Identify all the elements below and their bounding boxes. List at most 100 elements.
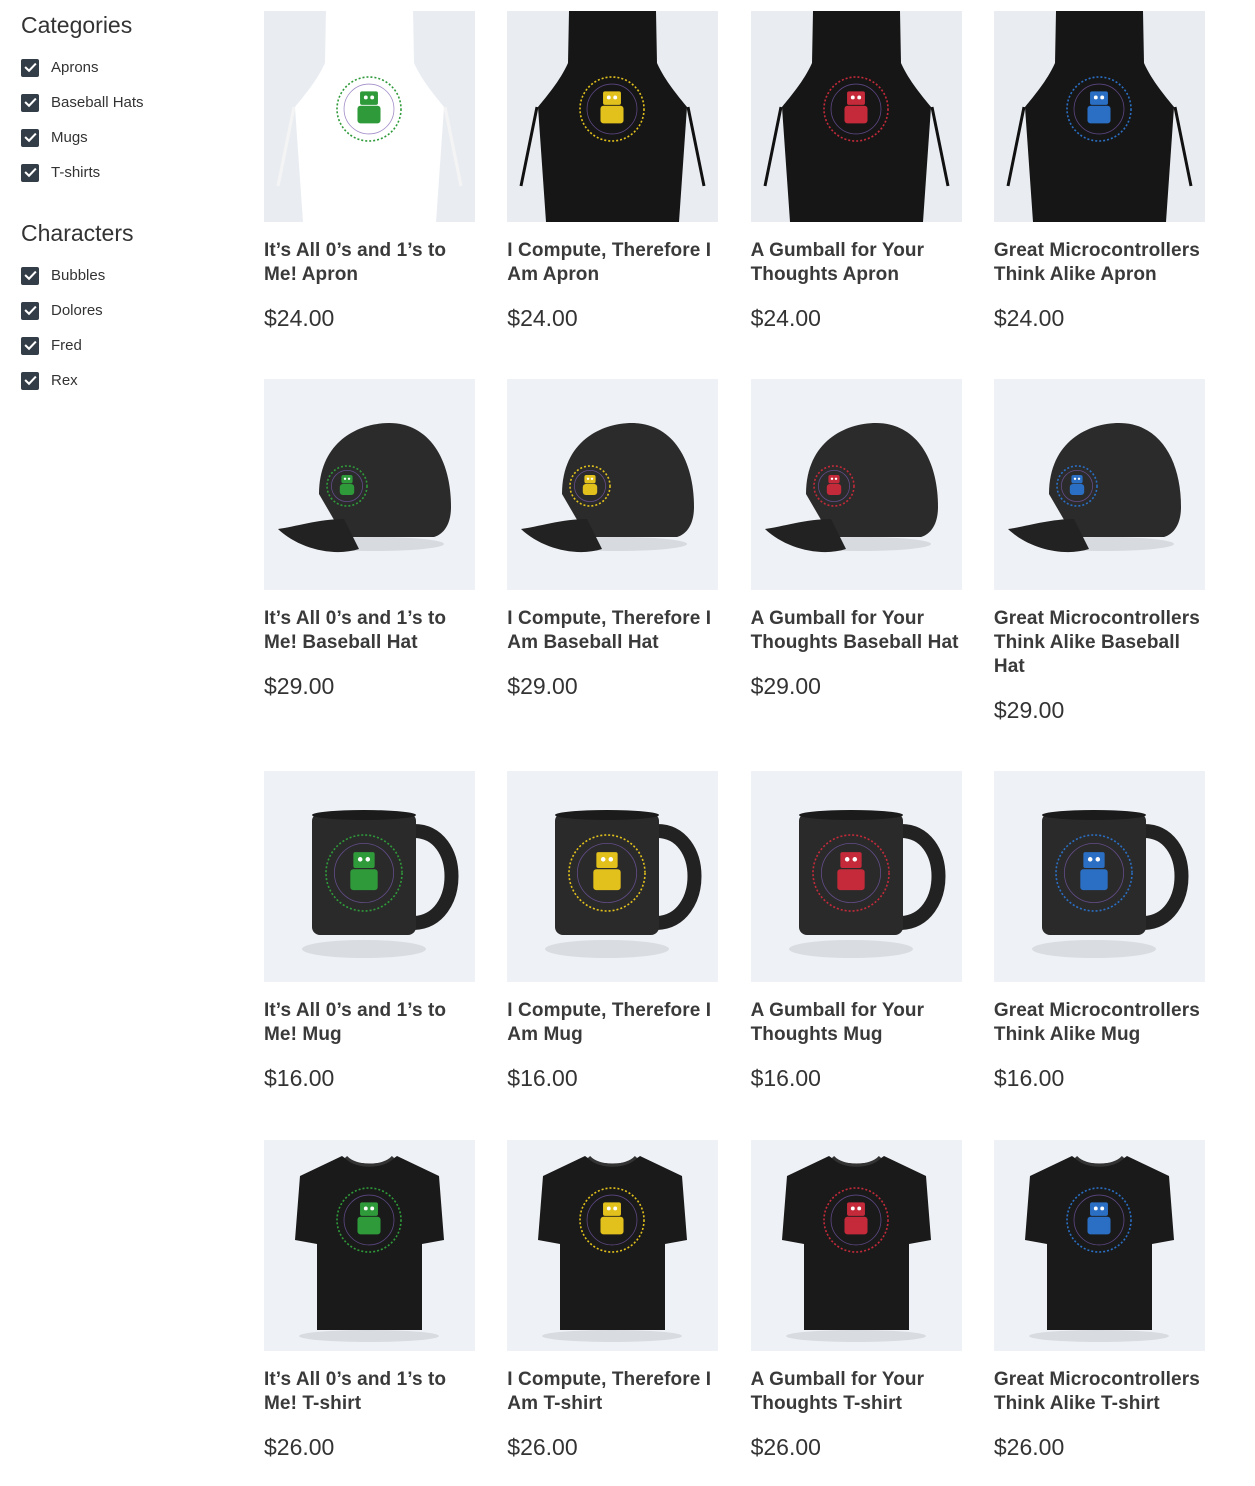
mug-icon (507, 771, 719, 982)
product-price: $16.00 (507, 1065, 578, 1091)
filter-label: T-shirts (51, 164, 101, 181)
apron-icon (264, 11, 475, 222)
filter-label: Rex (51, 372, 78, 389)
checkbox-checked-icon[interactable] (21, 371, 39, 390)
categories-list: Aprons Baseball Hats Mugs T-shirts (21, 50, 231, 190)
checkbox-checked-icon[interactable] (21, 336, 39, 355)
product-price: $26.00 (993, 1434, 1065, 1460)
product-name[interactable]: Great Microcontrollers Think Alike T-shi… (994, 1368, 1205, 1416)
product-image[interactable] (993, 379, 1205, 590)
product-card[interactable]: I Compute, Therefore I Am T-shirt $26.00 (507, 1140, 719, 1480)
product-price: $26.00 (507, 1434, 578, 1460)
product-name[interactable]: It’s All 0’s and 1’s to Me! Mug (264, 999, 475, 1047)
product-image[interactable] (264, 1140, 475, 1351)
filter-label: Dolores (51, 302, 103, 319)
product-price: $29.00 (750, 673, 821, 699)
product-card[interactable]: A Gumball for Your Thoughts Mug $16.00 (750, 771, 962, 1140)
characters-heading: Characters (21, 220, 134, 246)
checkbox-checked-icon[interactable] (21, 128, 39, 147)
mug-icon (264, 771, 475, 982)
product-grid: It’s All 0’s and 1’s to Me! Apron $24.00… (264, 11, 1205, 1480)
product-name[interactable]: Great Microcontrollers Think Alike Apron (994, 239, 1205, 287)
product-name[interactable]: A Gumball for Your Thoughts Baseball Hat (751, 607, 962, 655)
hat-icon (993, 379, 1205, 590)
apron-icon (507, 11, 719, 222)
product-name[interactable]: Great Microcontrollers Think Alike Mug (994, 999, 1205, 1047)
product-image[interactable] (264, 379, 475, 590)
product-name[interactable]: A Gumball for Your Thoughts Apron (751, 239, 962, 287)
product-name[interactable]: It’s All 0’s and 1’s to Me! Baseball Hat (264, 607, 475, 655)
checkbox-checked-icon[interactable] (21, 163, 39, 182)
product-image[interactable] (264, 771, 475, 982)
product-card[interactable]: Great Microcontrollers Think Alike Baseb… (993, 379, 1205, 771)
product-image[interactable] (993, 11, 1205, 222)
product-image[interactable] (993, 771, 1205, 982)
product-name[interactable]: I Compute, Therefore I Am Apron (507, 239, 718, 287)
filter-label: Baseball Hats (51, 94, 144, 111)
product-price: $24.00 (507, 305, 578, 331)
product-image[interactable] (507, 771, 719, 982)
product-name[interactable]: I Compute, Therefore I Am Baseball Hat (507, 607, 718, 655)
product-card[interactable]: I Compute, Therefore I Am Apron $24.00 (507, 11, 719, 379)
tshirt-icon (264, 1140, 475, 1351)
product-card[interactable]: I Compute, Therefore I Am Baseball Hat $… (507, 379, 719, 771)
product-card[interactable]: It’s All 0’s and 1’s to Me! Baseball Hat… (264, 379, 475, 771)
filter-fred[interactable]: Fred (21, 328, 231, 363)
checkbox-checked-icon[interactable] (21, 266, 39, 285)
filter-bubbles[interactable]: Bubbles (21, 258, 231, 293)
product-card[interactable]: Great Microcontrollers Think Alike Apron… (993, 11, 1205, 379)
product-card[interactable]: Great Microcontrollers Think Alike Mug $… (993, 771, 1205, 1140)
product-name[interactable]: A Gumball for Your Thoughts T-shirt (751, 1368, 962, 1416)
product-card[interactable]: It’s All 0’s and 1’s to Me! Mug $16.00 (264, 771, 475, 1140)
tshirt-icon (993, 1140, 1205, 1351)
product-card[interactable]: It’s All 0’s and 1’s to Me! T-shirt $26.… (264, 1140, 475, 1480)
product-image[interactable] (750, 771, 962, 982)
product-card[interactable]: I Compute, Therefore I Am Mug $16.00 (507, 771, 719, 1140)
product-name[interactable]: I Compute, Therefore I Am T-shirt (507, 1368, 718, 1416)
product-image[interactable] (750, 379, 962, 590)
checkbox-checked-icon[interactable] (21, 58, 39, 77)
product-name[interactable]: I Compute, Therefore I Am Mug (507, 999, 718, 1047)
filter-baseball-hats[interactable]: Baseball Hats (21, 85, 231, 120)
mug-icon (750, 771, 962, 982)
product-card[interactable]: Great Microcontrollers Think Alike T-shi… (993, 1140, 1205, 1480)
filter-label: Bubbles (51, 267, 106, 284)
product-image[interactable] (993, 1140, 1205, 1351)
product-name[interactable]: Great Microcontrollers Think Alike Baseb… (994, 607, 1205, 679)
filter-label: Fred (51, 337, 82, 354)
filter-mugs[interactable]: Mugs (21, 120, 231, 155)
product-price: $29.00 (507, 673, 578, 699)
product-image[interactable] (264, 11, 475, 222)
filter-aprons[interactable]: Aprons (21, 50, 231, 85)
apron-icon (750, 11, 962, 222)
filter-rex[interactable]: Rex (21, 363, 231, 398)
product-name[interactable]: A Gumball for Your Thoughts Mug (751, 999, 962, 1047)
filter-tshirts[interactable]: T-shirts (21, 155, 231, 190)
hat-icon (507, 379, 719, 590)
product-price: $26.00 (750, 1434, 821, 1460)
product-price: $29.00 (264, 673, 335, 699)
product-name[interactable]: It’s All 0’s and 1’s to Me! T-shirt (264, 1368, 475, 1416)
product-card[interactable]: It’s All 0’s and 1’s to Me! Apron $24.00 (264, 11, 475, 379)
mug-icon (993, 771, 1205, 982)
checkbox-checked-icon[interactable] (21, 301, 39, 320)
product-card[interactable]: A Gumball for Your Thoughts Baseball Hat… (750, 379, 962, 771)
product-image[interactable] (750, 1140, 962, 1351)
product-card[interactable]: A Gumball for Your Thoughts T-shirt $26.… (750, 1140, 962, 1480)
product-price: $24.00 (264, 305, 335, 331)
product-image[interactable] (507, 379, 719, 590)
product-image[interactable] (507, 1140, 719, 1351)
product-price: $16.00 (993, 1065, 1065, 1091)
product-image[interactable] (507, 11, 719, 222)
checkbox-checked-icon[interactable] (21, 93, 39, 112)
tshirt-icon (507, 1140, 719, 1351)
hat-icon (264, 379, 475, 590)
product-card[interactable]: A Gumball for Your Thoughts Apron $24.00 (750, 11, 962, 379)
product-price: $16.00 (750, 1065, 821, 1091)
filter-dolores[interactable]: Dolores (21, 293, 231, 328)
product-name[interactable]: It’s All 0’s and 1’s to Me! Apron (264, 239, 475, 287)
product-price: $16.00 (264, 1065, 335, 1091)
product-image[interactable] (750, 11, 962, 222)
characters-list: Bubbles Dolores Fred Rex (21, 258, 231, 398)
product-price: $26.00 (264, 1434, 335, 1460)
